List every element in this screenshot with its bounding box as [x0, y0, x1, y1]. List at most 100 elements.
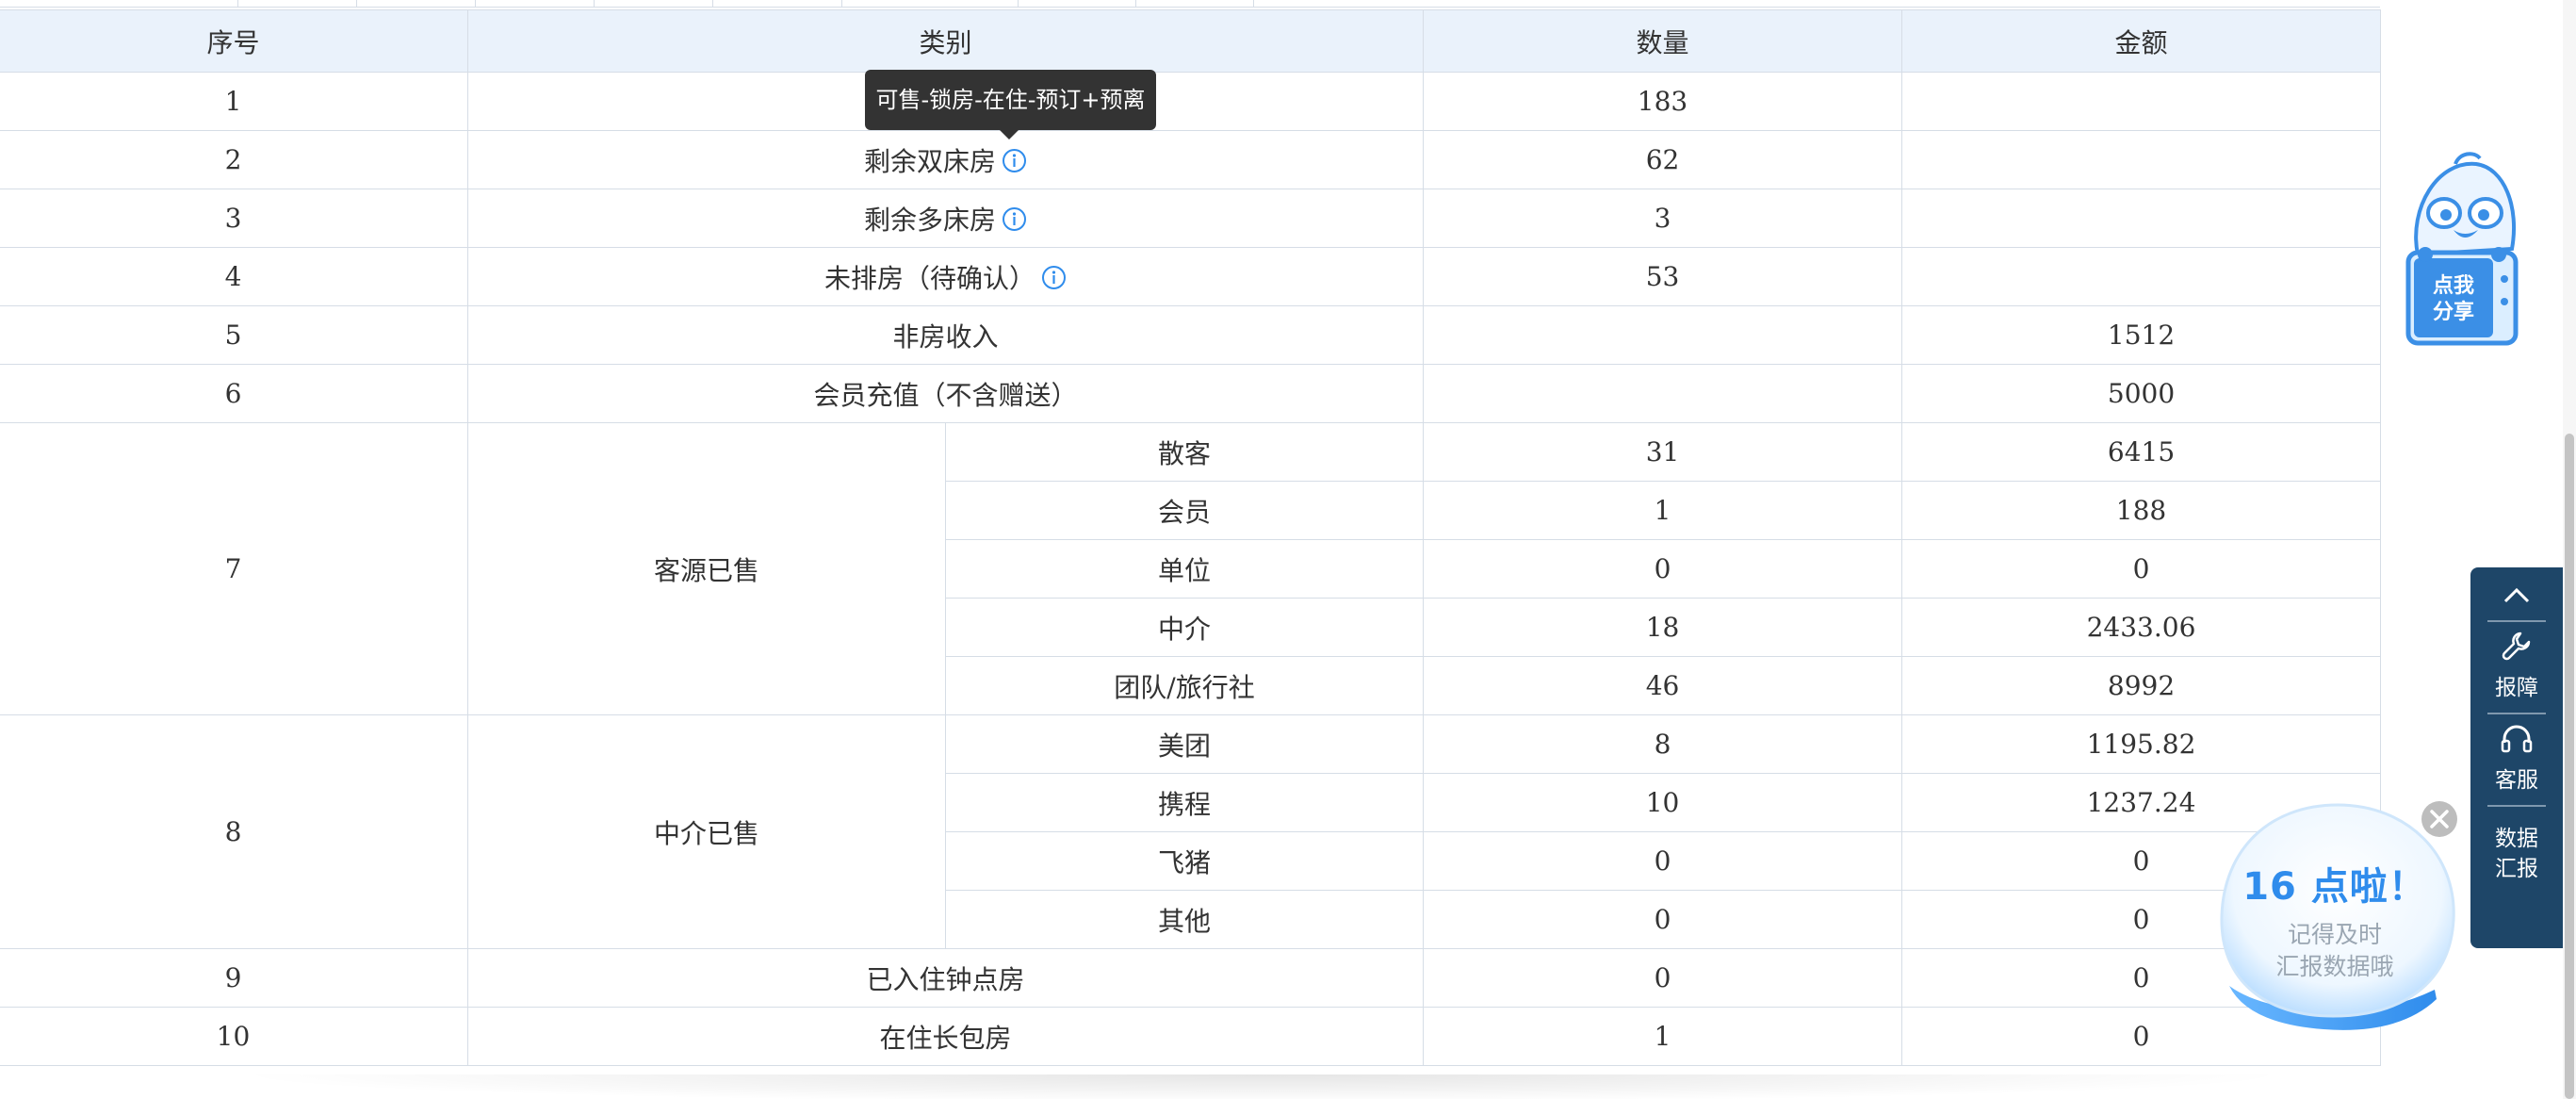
cell-subcategory: 单位 — [944, 539, 1425, 599]
cell-quantity: 3 — [1423, 189, 1903, 248]
info-tooltip: 可售-锁房-在住-预订+预离 — [865, 70, 1156, 139]
data-report-label-line2: 汇报 — [2495, 857, 2538, 881]
cell-amount: 0 — [1901, 539, 2382, 599]
cell-amount — [1901, 189, 2382, 248]
cell-group-category: 客源已售 — [467, 422, 946, 715]
cell-subcategory: 团队/旅行社 — [944, 656, 1425, 715]
cell-quantity: 62 — [1423, 130, 1903, 189]
share-label-line2: 分享 — [2433, 300, 2474, 324]
cell-no: 7 — [0, 422, 468, 715]
data-report-label-line1: 数据 — [2495, 827, 2538, 851]
cell-category: 剩余多床房 — [466, 189, 1425, 248]
cell-group-category: 中介已售 — [467, 714, 946, 949]
cell-subcategory: 携程 — [944, 773, 1425, 832]
cell-no: 10 — [0, 1007, 468, 1066]
table-row: 1 183 — [0, 72, 2382, 131]
category-label: 未排房（待确认） — [824, 262, 1036, 294]
cell-subcategory: 美团 — [944, 714, 1425, 774]
table-row: 7 客源已售 散客 31 6415 — [0, 422, 2382, 715]
table-row: 4 未排房（待确认） 53 — [0, 247, 2382, 306]
cell-quantity — [1423, 305, 1903, 365]
cell-category: 已入住钟点房 — [466, 948, 1425, 1008]
cell-category: 未排房（待确认） — [466, 247, 1425, 306]
report-fault-button[interactable]: 报障 — [2470, 630, 2563, 701]
service-side-bar: 报障 客服 数据 汇报 — [2470, 567, 2563, 948]
chevron-up-icon — [2503, 587, 2530, 603]
cell-category: 会员充值（不含赠送） — [466, 364, 1425, 423]
divider — [2487, 713, 2546, 714]
previous-table-edge — [0, 0, 2380, 8]
cell-quantity: 18 — [1423, 598, 1903, 657]
duck-mascot-icon: 点我 分享 — [2405, 152, 2519, 346]
statistics-table: 序号 类别 数量 金额 1 183 2 剩余双床房 62 3 剩余多床房 3 4… — [0, 9, 2382, 1066]
share-mascot-button[interactable]: 点我 分享 — [2401, 151, 2523, 349]
table-row: 2 剩余双床房 62 — [0, 130, 2382, 189]
cell-quantity: 183 — [1423, 72, 1903, 131]
cell-no: 4 — [0, 247, 468, 306]
table-bottom-shadow — [226, 1074, 2299, 1099]
cell-no: 6 — [0, 364, 468, 423]
cell-category: 剩余双床房 — [466, 130, 1425, 189]
cell-no: 5 — [0, 305, 468, 365]
divider — [2487, 805, 2546, 807]
table-row: 8 中介已售 美团 8 1195.82 — [0, 714, 2382, 949]
cell-amount: 6415 — [1901, 422, 2382, 482]
close-icon — [2421, 801, 2457, 837]
cell-amount — [1901, 247, 2382, 306]
cell-quantity: 0 — [1423, 890, 1903, 949]
table-row: 10 在住长包房 1 0 — [0, 1007, 2382, 1066]
table-row: 3 剩余多床房 3 — [0, 189, 2382, 248]
cell-subcategory: 会员 — [944, 481, 1425, 540]
share-label-line1: 点我 — [2433, 273, 2474, 298]
reminder-line2: 汇报数据哦 — [2275, 953, 2394, 980]
info-circle-icon[interactable] — [1002, 206, 1027, 232]
cell-quantity — [1423, 364, 1903, 423]
cell-no: 2 — [0, 130, 468, 189]
headset-icon — [2501, 725, 2533, 753]
cell-amount: 1512 — [1901, 305, 2382, 365]
cell-amount: 8992 — [1901, 656, 2382, 715]
cell-subcategory: 中介 — [944, 598, 1425, 657]
report-page: 序号 类别 数量 金额 1 183 2 剩余双床房 62 3 剩余多床房 3 4… — [0, 0, 2576, 1099]
back-to-top-button[interactable] — [2470, 577, 2563, 615]
cell-amount — [1901, 130, 2382, 189]
data-report-button[interactable]: 数据 汇报 — [2470, 824, 2563, 884]
reminder-title: 16 点啦！ — [2242, 865, 2427, 909]
divider — [2487, 620, 2546, 622]
cell-subcategory: 其他 — [944, 890, 1425, 949]
cell-category: 非房收入 — [466, 305, 1425, 365]
header-no: 序号 — [0, 9, 468, 73]
cell-no: 1 — [0, 72, 468, 131]
cell-quantity: 1 — [1423, 481, 1903, 540]
scrollbar-thumb[interactable] — [2565, 434, 2574, 1099]
cell-quantity: 46 — [1423, 656, 1903, 715]
category-label: 剩余多床房 — [864, 204, 997, 236]
cell-amount: 2433.06 — [1901, 598, 2382, 657]
cell-amount — [1901, 72, 2382, 131]
info-circle-icon[interactable] — [1002, 148, 1027, 173]
cell-subcategory: 飞猪 — [944, 831, 1425, 891]
header-amount: 金额 — [1901, 9, 2382, 73]
table-header-row: 序号 类别 数量 金额 — [0, 9, 2382, 73]
cell-category: 在住长包房 — [466, 1007, 1425, 1066]
cell-quantity: 0 — [1423, 831, 1903, 891]
header-category: 类别 — [466, 9, 1425, 73]
cell-amount: 1195.82 — [1901, 714, 2382, 774]
cell-quantity: 10 — [1423, 773, 1903, 832]
cell-amount: 188 — [1901, 481, 2382, 540]
cell-no: 8 — [0, 714, 468, 949]
reminder-close-button[interactable] — [2420, 799, 2459, 839]
report-fault-label: 报障 — [2495, 676, 2538, 700]
customer-service-button[interactable]: 客服 — [2470, 722, 2563, 794]
cell-quantity: 1 — [1423, 1007, 1903, 1066]
category-label: 剩余双床房 — [864, 145, 997, 177]
table-row: 5 非房收入 1512 — [0, 305, 2382, 365]
cell-quantity: 31 — [1423, 422, 1903, 482]
table-row: 9 已入住钟点房 0 0 — [0, 948, 2382, 1008]
cell-quantity: 0 — [1423, 948, 1903, 1008]
table-row: 6 会员充值（不含赠送） 5000 — [0, 364, 2382, 423]
cell-quantity: 53 — [1423, 247, 1903, 306]
cell-no: 9 — [0, 948, 468, 1008]
reminder-line1: 记得及时 — [2287, 921, 2382, 948]
info-circle-icon[interactable] — [1041, 265, 1067, 290]
